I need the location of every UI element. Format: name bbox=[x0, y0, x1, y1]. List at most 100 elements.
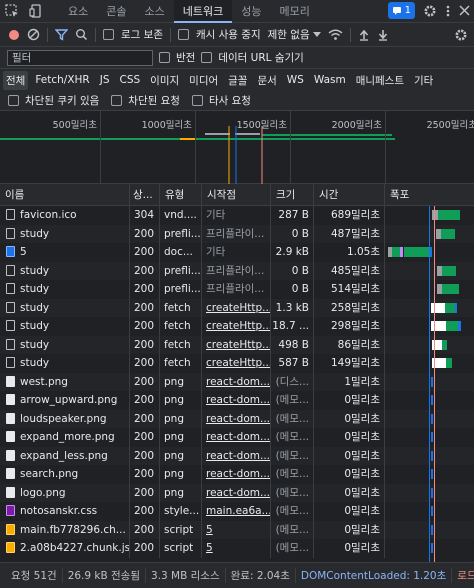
cell-name[interactable]: arrow_upward.png bbox=[0, 391, 130, 410]
cell-name[interactable]: study bbox=[0, 335, 130, 354]
import-har-icon[interactable] bbox=[358, 29, 370, 41]
type-filter-4[interactable]: 이미지 bbox=[147, 71, 182, 90]
cell-initiator[interactable]: 5 bbox=[202, 520, 271, 539]
cell-initiator[interactable]: 5 bbox=[202, 539, 271, 558]
filter-input[interactable] bbox=[7, 49, 153, 66]
table-row[interactable]: west.png 200 png react-dom... (디스... 1밀리초 bbox=[0, 372, 474, 391]
cell-name[interactable]: study bbox=[0, 280, 130, 299]
cell-initiator[interactable]: react-dom... bbox=[202, 428, 271, 447]
throttle-select[interactable]: 제한 없음 bbox=[268, 27, 321, 42]
issues-badge[interactable]: 1 bbox=[387, 2, 415, 19]
close-devtools-icon[interactable] bbox=[459, 5, 470, 16]
table-row[interactable]: expand_less.png 200 png react-dom... (메모... 0… bbox=[0, 446, 474, 465]
table-row[interactable]: study 200 fetch createHttp... 587 B 149밀리초 bbox=[0, 354, 474, 373]
network-settings-gear-icon[interactable] bbox=[454, 28, 468, 42]
column-header-name[interactable]: 이름 bbox=[0, 184, 130, 206]
cell-initiator[interactable]: createHttp... bbox=[202, 354, 271, 373]
tab-4[interactable]: 성능 bbox=[232, 0, 270, 23]
table-row[interactable]: search.png 200 png react-dom... (메모... 0밀리초 bbox=[0, 465, 474, 484]
cell-name[interactable]: study bbox=[0, 224, 130, 243]
cell-name[interactable]: logo.png bbox=[0, 483, 130, 502]
cell-name[interactable]: west.png bbox=[0, 372, 130, 391]
tab-3[interactable]: 네트워크 bbox=[173, 0, 233, 23]
settings-gear-icon[interactable] bbox=[423, 4, 437, 18]
cell-name[interactable]: main.fb778296.ch... bbox=[0, 520, 130, 539]
search-icon[interactable] bbox=[75, 28, 88, 41]
cell-name[interactable]: expand_less.png bbox=[0, 446, 130, 465]
type-filter-2[interactable]: JS bbox=[97, 72, 113, 88]
cell-name[interactable]: loudspeaker.png bbox=[0, 409, 130, 428]
device-toolbar-icon[interactable] bbox=[28, 3, 44, 19]
export-har-icon[interactable] bbox=[377, 29, 389, 41]
tab-2[interactable]: 소스 bbox=[136, 0, 174, 23]
type-filter-7[interactable]: 문서 bbox=[254, 71, 279, 90]
third-party-checkbox[interactable] bbox=[191, 95, 203, 106]
cell-name[interactable]: study bbox=[0, 261, 130, 280]
table-row[interactable]: study 200 prefli... 프리플라이... 0 B 485밀리초 bbox=[0, 261, 474, 280]
cell-name[interactable]: notosanskr.css bbox=[0, 502, 130, 521]
cell-initiator[interactable]: react-dom... bbox=[202, 372, 271, 391]
table-row[interactable]: study 200 prefli... 프리플라이... 0 B 487밀리초 bbox=[0, 224, 474, 243]
table-row[interactable]: study 200 fetch createHttp... 498 B 86밀리초 bbox=[0, 335, 474, 354]
type-filter-6[interactable]: 글꼴 bbox=[225, 71, 250, 90]
cell-initiator[interactable]: react-dom... bbox=[202, 391, 271, 410]
table-row[interactable]: favicon.ico 304 vnd.... 기타 287 B 689밀리초 bbox=[0, 206, 474, 225]
table-row[interactable]: main.fb778296.ch... 200 script 5 (메모... 0밀리초 bbox=[0, 520, 474, 539]
cell-initiator[interactable]: createHttp... bbox=[202, 298, 271, 317]
column-header-status[interactable]: 상... bbox=[130, 184, 160, 206]
type-filter-11[interactable]: 기타 bbox=[411, 71, 436, 90]
table-row[interactable]: 5 200 doc... 기타 2.9 kB 1.05초 bbox=[0, 243, 474, 262]
cell-name[interactable]: 5 bbox=[0, 243, 130, 262]
preserve-log-checkbox[interactable] bbox=[103, 29, 114, 40]
table-row[interactable]: loudspeaker.png 200 png react-dom... (메모... 0… bbox=[0, 409, 474, 428]
column-header-waterfall[interactable]: 폭포 bbox=[385, 184, 474, 206]
cell-initiator[interactable]: react-dom... bbox=[202, 483, 271, 502]
table-row[interactable]: study 200 fetch createHttp... 1.3 kB 258밀리초 bbox=[0, 298, 474, 317]
network-conditions-icon[interactable] bbox=[328, 29, 343, 41]
tab-1[interactable]: 콘솔 bbox=[97, 0, 135, 23]
record-icon[interactable] bbox=[8, 29, 20, 41]
cell-name[interactable]: search.png bbox=[0, 465, 130, 484]
blocked-requests-checkbox[interactable] bbox=[111, 95, 123, 106]
cell-initiator[interactable]: createHttp... bbox=[202, 335, 271, 354]
blocked-cookies-checkbox[interactable] bbox=[8, 95, 19, 106]
invert-checkbox[interactable] bbox=[159, 52, 170, 63]
column-header-type[interactable]: 유형 bbox=[160, 184, 202, 206]
column-header-initiator[interactable]: 시작점 bbox=[202, 184, 271, 206]
table-row[interactable]: 2.a08b4227.chunk.js 200 script 5 (메모... 0밀리초 bbox=[0, 539, 474, 558]
table-row[interactable]: notosanskr.css 200 style... main.ea6a... (메모… bbox=[0, 502, 474, 521]
type-filter-10[interactable]: 매니페스트 bbox=[353, 71, 407, 90]
cell-initiator[interactable]: createHttp... bbox=[202, 317, 271, 336]
tab-5[interactable]: 메모리 bbox=[270, 0, 318, 23]
inspect-element-icon[interactable] bbox=[4, 3, 20, 19]
cell-name[interactable]: favicon.ico bbox=[0, 206, 130, 225]
table-row[interactable]: study 200 fetch createHttp... 18.7 ... 298밀리초 bbox=[0, 317, 474, 336]
type-filter-3[interactable]: CSS bbox=[117, 72, 144, 88]
network-overview-timeline[interactable]: 500밀리초 1000밀리초 1500밀리초 2000밀리초 2500밀리초 bbox=[0, 111, 474, 184]
type-filter-1[interactable]: Fetch/XHR bbox=[32, 72, 92, 88]
hide-data-urls-checkbox[interactable] bbox=[201, 52, 213, 63]
type-filter-5[interactable]: 미디어 bbox=[186, 71, 221, 90]
filter-icon[interactable] bbox=[55, 28, 68, 41]
clear-icon[interactable] bbox=[27, 28, 40, 41]
table-row[interactable]: arrow_upward.png 200 png react-dom... (메모...… bbox=[0, 391, 474, 410]
table-row[interactable]: study 200 prefli... 프리플라이... 0 B 514밀리초 bbox=[0, 280, 474, 299]
cell-initiator[interactable]: main.ea6a... bbox=[202, 502, 271, 521]
cell-initiator[interactable]: react-dom... bbox=[202, 465, 271, 484]
tab-0[interactable]: 요소 bbox=[59, 0, 97, 23]
type-filter-0[interactable]: 전체 bbox=[3, 70, 29, 90]
cell-name[interactable]: expand_more.png bbox=[0, 428, 130, 447]
cell-initiator[interactable]: react-dom... bbox=[202, 446, 271, 465]
more-options-icon[interactable] bbox=[445, 4, 451, 18]
column-header-time[interactable]: 시간 bbox=[314, 184, 385, 206]
disable-cache-checkbox[interactable] bbox=[177, 29, 189, 40]
cell-name[interactable]: 2.a08b4227.chunk.js bbox=[0, 539, 130, 558]
column-header-size[interactable]: 크기 bbox=[271, 184, 314, 206]
cell-name[interactable]: study bbox=[0, 354, 130, 373]
cell-name[interactable]: study bbox=[0, 298, 130, 317]
type-filter-8[interactable]: WS bbox=[284, 72, 307, 88]
type-filter-9[interactable]: Wasm bbox=[311, 72, 349, 88]
table-row[interactable]: expand_more.png 200 png react-dom... (메모... 0… bbox=[0, 428, 474, 447]
table-row[interactable]: logo.png 200 png react-dom... (메모... 0밀리초 bbox=[0, 483, 474, 502]
cell-initiator[interactable]: react-dom... bbox=[202, 409, 271, 428]
